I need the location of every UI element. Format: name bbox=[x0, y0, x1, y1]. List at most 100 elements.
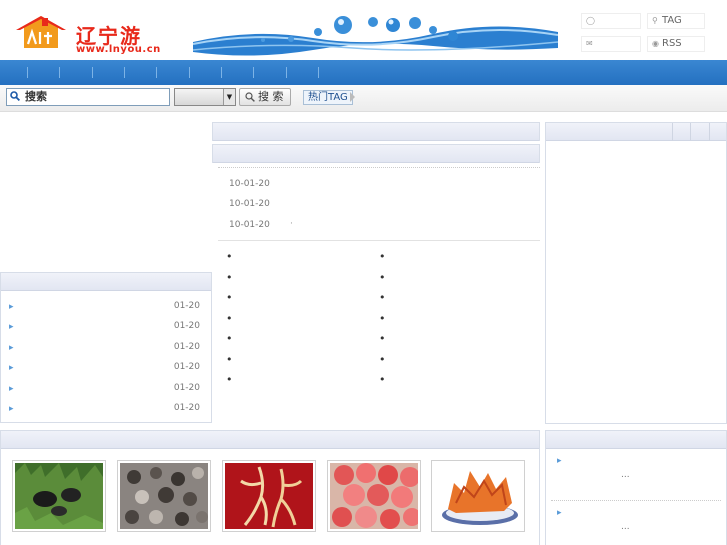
list-bullet: • bbox=[379, 250, 386, 263]
user-icon: ◯ bbox=[586, 16, 595, 25]
search-icon bbox=[10, 91, 20, 101]
ellipsis-text: ... bbox=[621, 522, 630, 532]
site-logo[interactable]: 辽宁游 www.lnyou.cn bbox=[14, 14, 164, 56]
apples-photo bbox=[330, 463, 418, 529]
nav-separator bbox=[59, 67, 60, 78]
specialty-photo-panel-header bbox=[1, 431, 539, 449]
photo-card[interactable] bbox=[431, 460, 525, 532]
search-bar: 搜索 ▼ 搜 索 热门TAG bbox=[0, 85, 727, 112]
crabs-photo bbox=[120, 463, 208, 529]
tab-divider bbox=[690, 123, 691, 141]
left-list-panel: ▸ 01-20 ▸ 01-20 ▸ 01-20 ▸ 01-20 ▸ 01-20 … bbox=[0, 272, 212, 423]
nav-separator bbox=[124, 67, 125, 78]
right-top-panel-header bbox=[546, 123, 726, 141]
main-nav bbox=[0, 60, 727, 85]
header: 辽宁游 www.lnyou.cn ◯ ⚲ TAG ✉ ◉ RSS bbox=[0, 0, 727, 60]
list-item-date: 01-20 bbox=[173, 342, 200, 352]
list-bullet-icon: ▸ bbox=[9, 363, 14, 373]
list-bullet: • bbox=[379, 291, 386, 304]
nav-separator bbox=[189, 67, 190, 78]
list-item-date: 01-20 bbox=[173, 362, 200, 372]
middle-panel-header-1 bbox=[212, 122, 540, 141]
list-bullet-icon: ▸ bbox=[9, 302, 14, 312]
list-item-date: 01-20 bbox=[173, 403, 200, 413]
ginseng-photo bbox=[225, 463, 313, 529]
header-links: ◯ ⚲ TAG ✉ ◉ RSS bbox=[581, 13, 711, 55]
middle-panel-header-1-bar bbox=[213, 123, 539, 141]
mushroom-photo bbox=[15, 463, 103, 529]
photo-card[interactable] bbox=[117, 460, 211, 532]
list-bullet: • bbox=[379, 353, 386, 366]
left-list-panel-header bbox=[1, 273, 211, 291]
tag-link[interactable]: ⚲ TAG bbox=[647, 13, 705, 29]
list-item-date: 01-20 bbox=[173, 301, 200, 311]
list-bullet-icon: ▸ bbox=[9, 404, 14, 414]
photo-card[interactable] bbox=[222, 460, 316, 532]
list-bullet: • bbox=[379, 332, 386, 345]
nav-separator bbox=[156, 67, 157, 78]
list-bullet: • bbox=[226, 271, 233, 284]
photo-card[interactable] bbox=[327, 460, 421, 532]
photo-card[interactable] bbox=[12, 460, 106, 532]
tag-link-label: TAG bbox=[662, 15, 682, 26]
chevron-down-icon: ▼ bbox=[223, 89, 235, 105]
list-bullet-icon: ▸ bbox=[557, 508, 562, 518]
list-item-date: 01-20 bbox=[173, 383, 200, 393]
search-category-select[interactable]: ▼ bbox=[174, 88, 236, 106]
tab-divider bbox=[709, 123, 710, 141]
page: 辽宁游 www.lnyou.cn ◯ ⚲ TAG ✉ ◉ RSS 搜索 ▼ 搜 … bbox=[0, 0, 727, 545]
bottom-right-panel-header bbox=[546, 431, 726, 449]
hot-tag-link[interactable]: 热门TAG bbox=[303, 90, 353, 105]
search-input[interactable]: 搜索 bbox=[6, 88, 170, 106]
nav-separator bbox=[92, 67, 93, 78]
fried-dish-photo bbox=[434, 463, 522, 529]
nav-separator bbox=[253, 67, 254, 78]
search-small-icon: ⚲ bbox=[652, 16, 658, 25]
list-bullet: • bbox=[226, 332, 233, 345]
list-bullet-icon: ▸ bbox=[9, 384, 14, 394]
middle-panel-header-2 bbox=[212, 144, 540, 163]
mail-link[interactable]: ✉ bbox=[581, 36, 641, 52]
rss-link[interactable]: ◉ RSS bbox=[647, 36, 705, 52]
middle-panel-header-2-bar bbox=[213, 145, 539, 163]
news-dot: · bbox=[290, 219, 293, 229]
search-button[interactable]: 搜 索 bbox=[239, 88, 291, 106]
rss-icon: ◉ bbox=[652, 39, 659, 48]
water-banner-image bbox=[193, 12, 558, 56]
list-item-date: 01-20 bbox=[173, 321, 200, 331]
divider bbox=[218, 167, 540, 168]
news-date: 10-01-20 bbox=[229, 179, 270, 189]
list-bullet-icon: ▸ bbox=[557, 456, 562, 466]
list-bullet: • bbox=[226, 373, 233, 386]
logo-house-icon bbox=[16, 16, 66, 48]
list-bullet: • bbox=[379, 373, 386, 386]
logo-url: www.lnyou.cn bbox=[76, 44, 161, 55]
list-bullet: • bbox=[226, 353, 233, 366]
list-bullet: • bbox=[226, 250, 233, 263]
user-link[interactable]: ◯ bbox=[581, 13, 641, 29]
bottom-right-panel bbox=[545, 430, 727, 545]
nav-separator bbox=[286, 67, 287, 78]
list-bullet-icon: ▸ bbox=[9, 343, 14, 353]
divider bbox=[218, 240, 540, 241]
tab-divider bbox=[672, 123, 673, 141]
mail-icon: ✉ bbox=[586, 39, 593, 48]
list-bullet: • bbox=[226, 312, 233, 325]
hot-tag-arrow-icon bbox=[350, 92, 355, 102]
search-button-icon bbox=[245, 92, 255, 102]
divider bbox=[551, 500, 721, 501]
list-bullet: • bbox=[379, 312, 386, 325]
right-top-panel bbox=[545, 122, 727, 424]
ellipsis-text: ... bbox=[621, 470, 630, 480]
list-bullet-icon: ▸ bbox=[9, 322, 14, 332]
search-input-value: 搜索 bbox=[25, 90, 47, 103]
nav-separator bbox=[221, 67, 222, 78]
list-bullet: • bbox=[226, 291, 233, 304]
news-date: 10-01-20 bbox=[229, 199, 270, 209]
news-date: 10-01-20 bbox=[229, 220, 270, 230]
nav-separator bbox=[318, 67, 319, 78]
rss-link-label: RSS bbox=[662, 38, 682, 49]
nav-separator bbox=[27, 67, 28, 78]
list-bullet: • bbox=[379, 271, 386, 284]
search-button-label: 搜 索 bbox=[258, 90, 284, 103]
